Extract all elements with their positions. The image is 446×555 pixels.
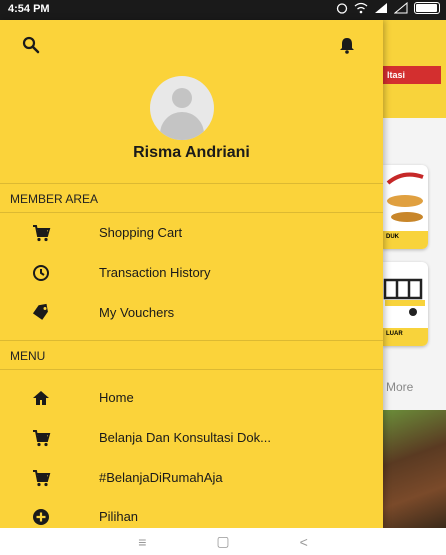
category-card[interactable]: LUAR: [383, 262, 428, 346]
banner-image: [383, 410, 446, 528]
drawer-item-label: Pilihan: [99, 509, 139, 524]
tag-icon: [32, 303, 48, 320]
battery-icon: [414, 2, 440, 14]
drawer-item-label: Home: [99, 390, 134, 405]
user-name: Risma Andriani: [133, 144, 250, 161]
more-link[interactable]: More: [386, 380, 413, 394]
navigation-drawer: Risma Andriani MEMBER AREA Shopping Cart…: [0, 20, 383, 528]
signal-icon: [375, 3, 387, 13]
bell-icon[interactable]: [338, 36, 356, 54]
search-icon[interactable]: [22, 36, 40, 54]
avatar[interactable]: [150, 76, 214, 140]
drawer-item-transaction-history[interactable]: Transaction History: [0, 253, 383, 293]
cart-icon: [33, 430, 51, 447]
status-time: 4:54 PM: [8, 3, 50, 15]
plus-circle-icon: [33, 509, 49, 525]
home-icon: [33, 391, 49, 405]
status-icons: [336, 2, 440, 14]
drawer-item-belanja-di-rumah-aja[interactable]: #BelanjaDiRumahAja: [0, 458, 383, 498]
signal-icon-2: [394, 2, 408, 14]
cart-illustration-icon: [383, 278, 425, 316]
drawer-item-home[interactable]: Home: [0, 378, 383, 418]
food-icon: [386, 172, 424, 222]
drawer-item-label: My Vouchers: [99, 305, 175, 320]
drawer-item-label: Belanja Dan Konsultasi Dok...: [99, 430, 271, 445]
card-label: DUK: [383, 231, 428, 249]
menu-header: MENU: [0, 340, 383, 370]
drawer-item-belanja-konsultasi[interactable]: Belanja Dan Konsultasi Dok...: [0, 418, 383, 458]
drawer-item-label: #BelanjaDiRumahAja: [99, 470, 223, 485]
category-card[interactable]: DUK: [383, 165, 428, 249]
alarm-icon: [336, 3, 348, 14]
home-button-icon[interactable]: ▢: [216, 533, 229, 550]
system-nav-bar: ≡ ▢ <: [0, 528, 446, 555]
back-icon[interactable]: <: [300, 534, 308, 550]
recent-apps-icon[interactable]: ≡: [138, 534, 146, 550]
consult-button[interactable]: ltasi: [383, 66, 441, 84]
card-label: LUAR: [383, 328, 428, 346]
drawer-item-label: Transaction History: [99, 265, 211, 280]
drawer-item-my-vouchers[interactable]: My Vouchers: [0, 293, 383, 333]
wifi-icon: [354, 2, 368, 14]
drawer-item-label: Shopping Cart: [99, 225, 183, 240]
drawer-item-shopping-cart[interactable]: Shopping Cart: [0, 213, 383, 253]
cart-icon: [33, 470, 51, 487]
member-area-header: MEMBER AREA: [0, 183, 383, 213]
status-bar: 4:54 PM: [0, 0, 446, 20]
cart-icon: [33, 225, 51, 242]
clock-icon: [33, 265, 49, 281]
